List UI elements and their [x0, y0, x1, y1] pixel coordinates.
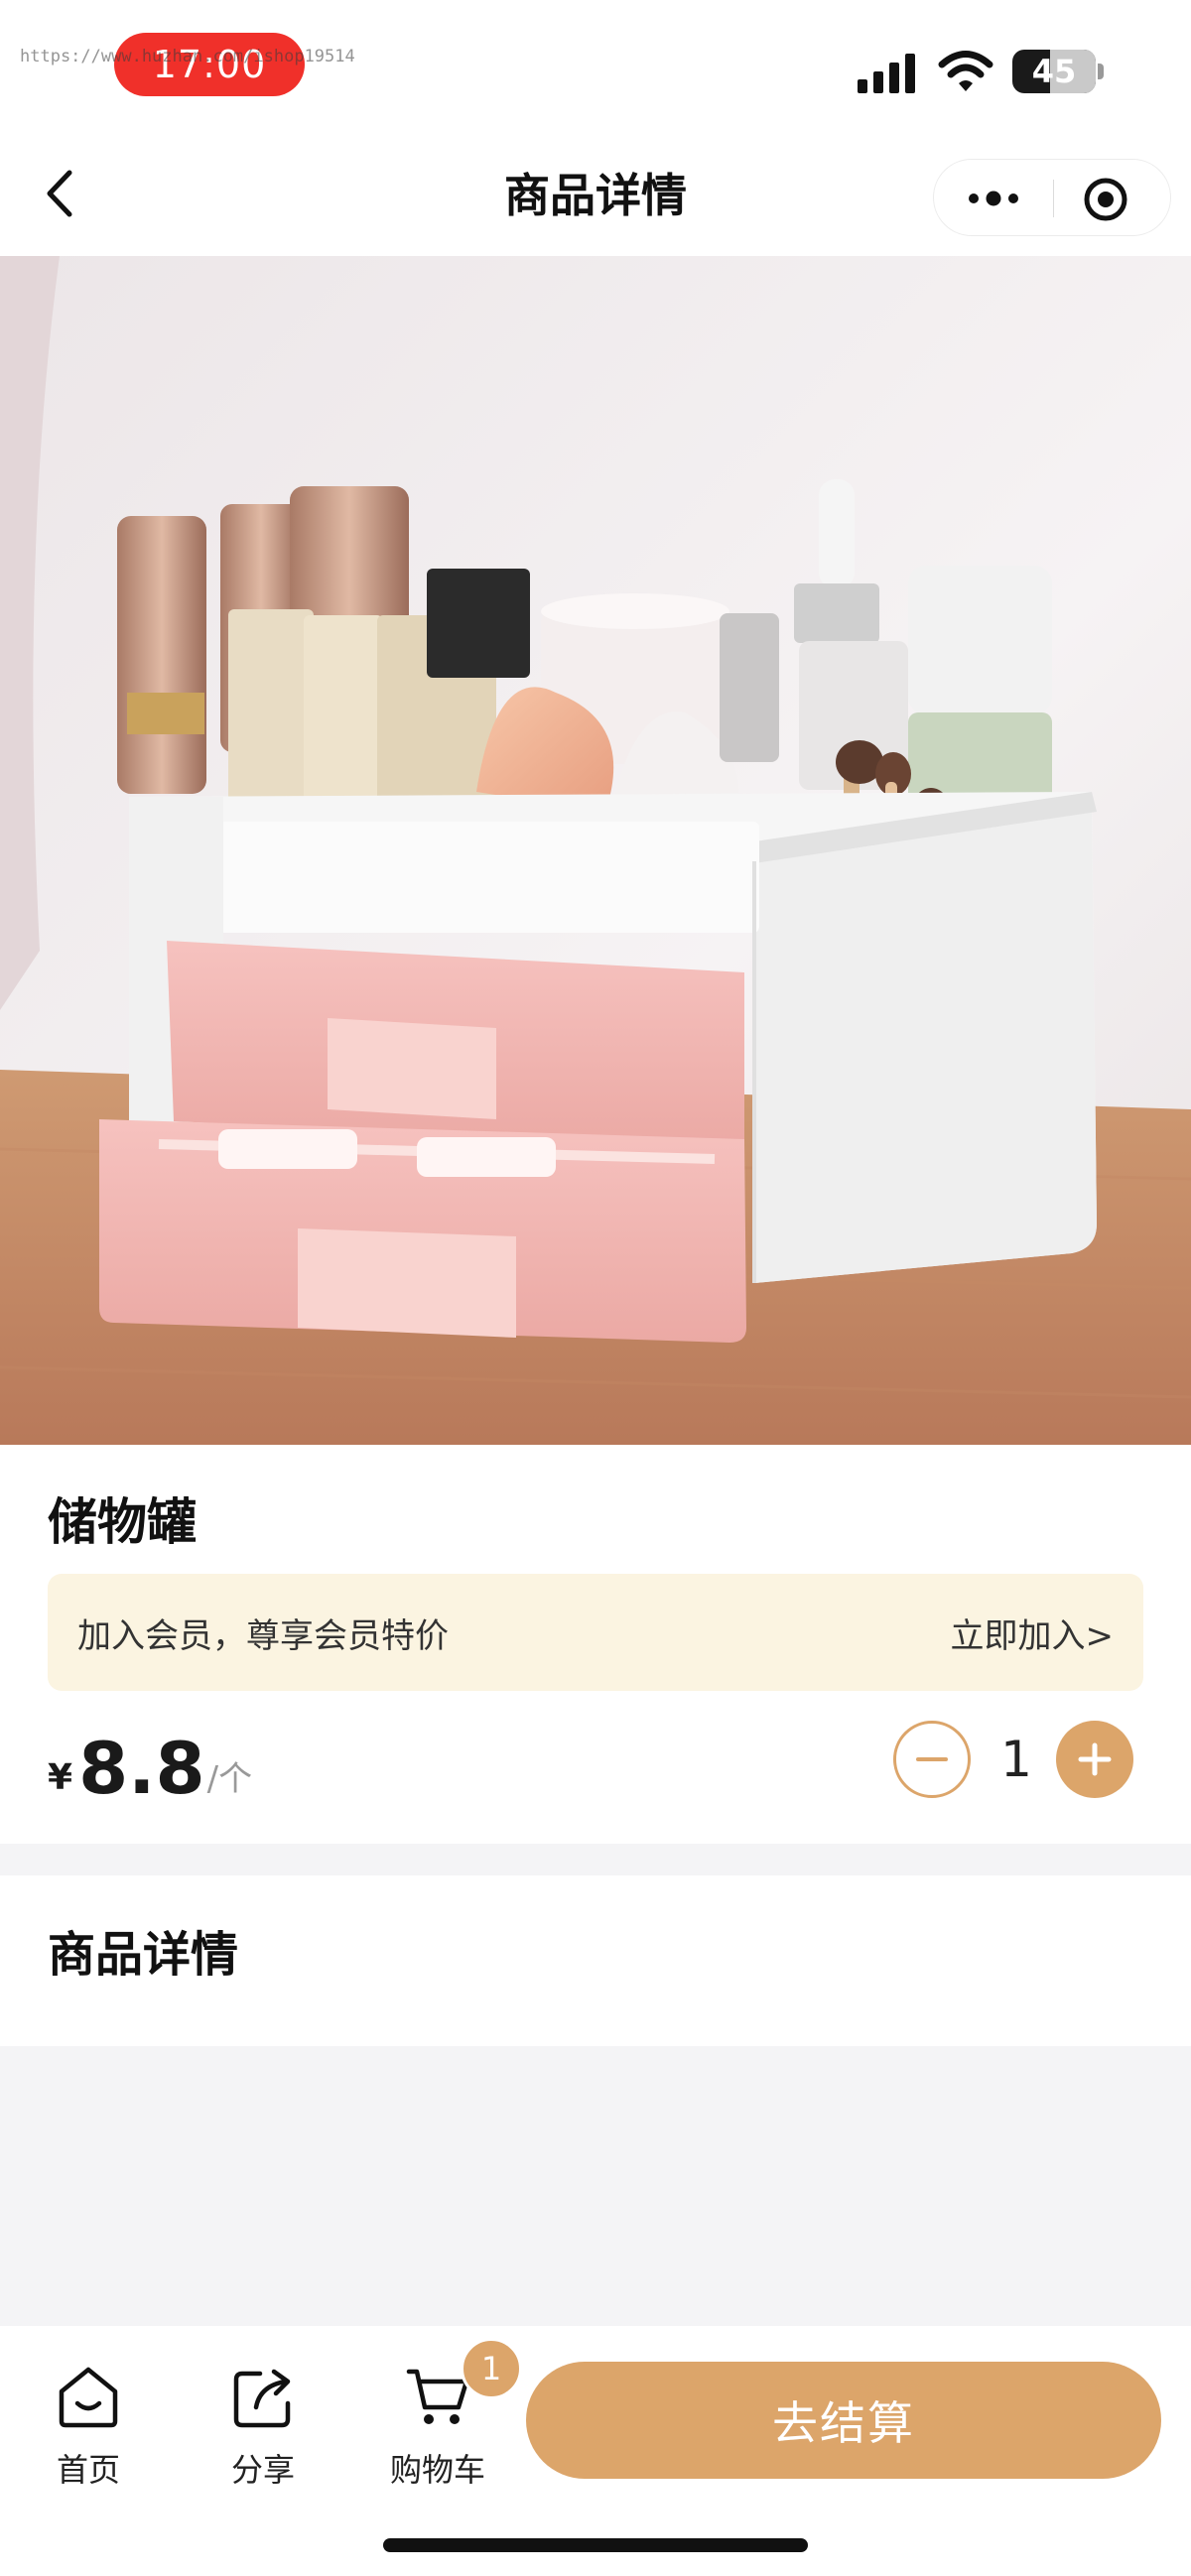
product-name: 储物罐 [48, 1493, 197, 1551]
tab-home[interactable]: 首页 [14, 2364, 163, 2512]
detail-content-area [0, 2046, 1191, 2326]
minus-icon [916, 1757, 948, 1761]
currency-symbol: ¥ [48, 1757, 73, 1798]
battery-percent: 45 [1031, 53, 1077, 90]
signal-icon [858, 54, 915, 93]
product-image [0, 256, 1191, 1445]
watermark-text: https://www.huzhan.com/ishop19514 [20, 47, 355, 66]
join-member-link[interactable]: 立即加入> [951, 1574, 1115, 1691]
price-unit: /个 [206, 1759, 253, 1799]
member-banner[interactable]: 加入会员，尊享会员特价 立即加入> [48, 1574, 1143, 1691]
tab-cart-label: 购物车 [389, 2451, 485, 2489]
product-info: 储物罐 加入会员，尊享会员特价 立即加入> ¥ 8.8 /个 1 [0, 1445, 1191, 1844]
capsule-divider [1053, 180, 1054, 217]
section-divider [0, 1844, 1191, 1875]
battery-nub [1098, 64, 1104, 79]
tab-share-label: 分享 [230, 2451, 295, 2489]
nav-bar: 商品详情 [0, 129, 1191, 256]
checkout-button[interactable]: 去结算 [526, 2362, 1161, 2479]
detail-title: 商品详情 [48, 1927, 239, 1983]
home-indicator [383, 2538, 808, 2552]
increase-quantity-button[interactable] [1056, 1721, 1133, 1798]
battery-icon: 45 [1012, 50, 1096, 93]
back-icon[interactable] [40, 167, 85, 220]
product-photo-illustration [0, 256, 1191, 1445]
home-icon [59, 2367, 118, 2428]
wifi-icon [938, 51, 993, 91]
share-icon [233, 2369, 291, 2428]
mini-program-capsule [933, 159, 1171, 236]
member-promo-text: 加入会员，尊享会员特价 [77, 1615, 449, 1656]
tab-home-label: 首页 [56, 2451, 120, 2489]
cart-count-badge: 1 [461, 2338, 522, 2399]
status-bar: 17:00 https://www.huzhan.com/ishop19514 … [0, 0, 1191, 129]
quantity-value: 1 [1000, 1731, 1032, 1788]
tab-share[interactable]: 分享 [189, 2364, 337, 2512]
tab-cart[interactable]: 1 购物车 [363, 2338, 522, 2512]
price: ¥ 8.8 /个 [48, 1715, 252, 1808]
product-detail-section: 商品详情 [0, 1875, 1191, 2046]
price-value: 8.8 [78, 1727, 205, 1810]
more-icon[interactable] [964, 179, 1023, 218]
decrease-quantity-button[interactable] [893, 1721, 971, 1798]
bottom-action-bar: 首页 分享 1 购物车 去结算 [0, 2326, 1191, 2576]
target-icon[interactable] [1083, 177, 1128, 222]
plus-icon [1078, 1742, 1112, 1776]
